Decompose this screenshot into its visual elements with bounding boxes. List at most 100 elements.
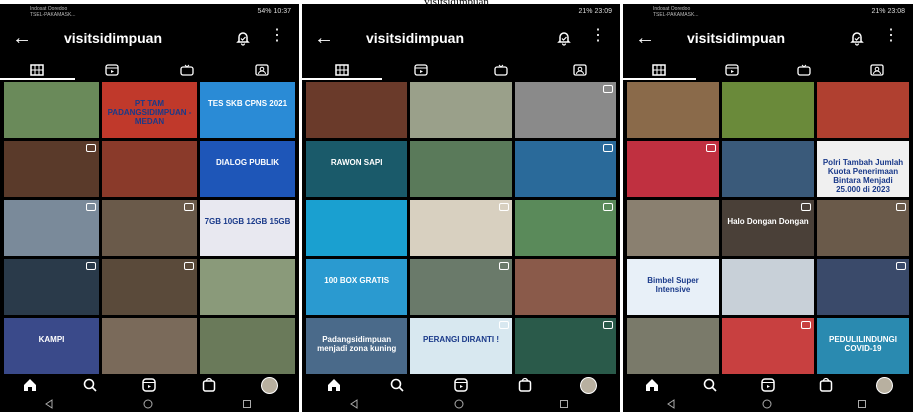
tab-igtv[interactable]: [461, 60, 541, 80]
nav-home[interactable]: [0, 376, 60, 394]
post-thumbnail[interactable]: DIALOG PUBLIK: [200, 141, 295, 197]
tab-grid[interactable]: [0, 60, 75, 80]
post-thumbnail[interactable]: [306, 82, 408, 138]
post-thumbnail[interactable]: [102, 200, 197, 256]
tab-reels[interactable]: [696, 60, 769, 80]
post-thumbnail[interactable]: [102, 318, 197, 374]
post-thumbnail[interactable]: [200, 318, 295, 374]
back-arrow-icon[interactable]: ←: [635, 26, 655, 50]
post-thumbnail[interactable]: [514, 200, 616, 256]
post-thumbnail[interactable]: [514, 259, 616, 315]
circle-home-icon: [454, 399, 464, 409]
post-thumbnail[interactable]: [306, 200, 408, 256]
system-home-button[interactable]: [407, 398, 512, 410]
post-thumbnail[interactable]: [4, 82, 99, 138]
more-options-icon[interactable]: ⋮: [883, 26, 899, 46]
system-back-button[interactable]: [623, 398, 719, 410]
post-thumbnail[interactable]: Bimbel Super Intensive: [627, 259, 719, 315]
nav-profile[interactable]: [239, 376, 299, 394]
post-thumbnail[interactable]: [627, 200, 719, 256]
post-thumbnail[interactable]: [722, 141, 814, 197]
post-thumbnail[interactable]: PT TAM PADANGSIDIMPUAN - MEDAN: [102, 82, 197, 138]
system-back-button[interactable]: [0, 398, 99, 410]
reels-icon: [454, 378, 468, 392]
nav-shop[interactable]: [493, 376, 557, 394]
nav-search[interactable]: [681, 376, 739, 394]
post-thumbnail[interactable]: [627, 141, 719, 197]
post-thumbnail[interactable]: [410, 200, 512, 256]
notification-bell-icon[interactable]: [849, 30, 865, 46]
post-thumbnail[interactable]: PEDULILINDUNGI COVID-19: [817, 318, 909, 374]
post-thumbnail[interactable]: [817, 82, 909, 138]
reel-badge-icon: [498, 321, 509, 329]
system-home-button[interactable]: [99, 398, 198, 410]
post-thumbnail[interactable]: RAWON SAPI: [306, 141, 408, 197]
post-thumbnail[interactable]: [817, 200, 909, 256]
post-thumbnail[interactable]: [410, 141, 512, 197]
nav-home[interactable]: [302, 376, 366, 394]
tab-grid[interactable]: [302, 60, 382, 80]
nav-shop[interactable]: [179, 376, 239, 394]
post-thumbnail[interactable]: PERANGI DIRANTI !: [410, 318, 512, 374]
nav-reels[interactable]: [120, 376, 180, 394]
nav-profile[interactable]: [556, 376, 620, 394]
system-recents-button[interactable]: [512, 398, 617, 410]
post-thumbnail[interactable]: [627, 82, 719, 138]
tab-tagged[interactable]: [841, 60, 913, 80]
post-thumbnail[interactable]: TES SKB CPNS 2021: [200, 82, 295, 138]
post-thumbnail[interactable]: [410, 259, 512, 315]
system-home-button[interactable]: [719, 398, 815, 410]
post-thumbnail[interactable]: [102, 141, 197, 197]
post-thumbnail[interactable]: [4, 259, 99, 315]
system-back-button[interactable]: [302, 398, 407, 410]
post-thumbnail[interactable]: [722, 82, 814, 138]
tab-tagged[interactable]: [224, 60, 299, 80]
post-thumbnail[interactable]: [200, 259, 295, 315]
post-thumbnail[interactable]: [817, 259, 909, 315]
more-options-icon[interactable]: ⋮: [590, 26, 606, 46]
tab-tagged[interactable]: [541, 60, 621, 80]
system-recents-button[interactable]: [814, 398, 910, 410]
system-recents-button[interactable]: [197, 398, 296, 410]
nav-home[interactable]: [623, 376, 681, 394]
post-thumbnail[interactable]: Padangsidimpuan menjadi zona kuning: [306, 318, 408, 374]
post-thumbnail[interactable]: [627, 318, 719, 374]
post-thumbnail[interactable]: 100 BOX GRATIS: [306, 259, 408, 315]
carrier-text: Indosat Ooredoo TSEL-PAKAMASK...: [653, 6, 698, 18]
post-thumbnail[interactable]: Polri Tambah Jumlah Kuota Penerimaan Bin…: [817, 141, 909, 197]
reels-icon: [105, 64, 119, 76]
tab-reels[interactable]: [382, 60, 462, 80]
back-arrow-icon[interactable]: ←: [314, 26, 334, 50]
post-thumbnail[interactable]: [102, 259, 197, 315]
more-options-icon[interactable]: ⋮: [269, 26, 285, 46]
tab-igtv[interactable]: [768, 60, 841, 80]
profile-username: visitsidimpuan: [366, 30, 465, 46]
battery-time: 21% 23:08: [871, 8, 905, 15]
nav-profile[interactable]: [855, 376, 913, 394]
nav-reels[interactable]: [739, 376, 797, 394]
notification-bell-icon[interactable]: [556, 30, 572, 46]
post-thumbnail[interactable]: [722, 259, 814, 315]
nav-reels[interactable]: [429, 376, 493, 394]
notification-bell-icon[interactable]: [235, 30, 251, 46]
shop-bag-icon: [203, 377, 216, 392]
tab-igtv[interactable]: [150, 60, 225, 80]
post-thumbnail[interactable]: [4, 141, 99, 197]
nav-shop[interactable]: [797, 376, 855, 394]
nav-search[interactable]: [60, 376, 120, 394]
post-thumbnail[interactable]: [410, 82, 512, 138]
post-thumbnail[interactable]: Halo Dongan Dongan: [722, 200, 814, 256]
post-thumbnail[interactable]: [722, 318, 814, 374]
post-thumbnail[interactable]: [514, 318, 616, 374]
system-nav-bar: [0, 396, 299, 412]
post-thumbnail[interactable]: [514, 82, 616, 138]
post-thumbnail[interactable]: 7GB 10GB 12GB 15GB: [200, 200, 295, 256]
post-thumbnail[interactable]: KAMPI: [4, 318, 99, 374]
tab-reels[interactable]: [75, 60, 150, 80]
post-thumbnail[interactable]: [4, 200, 99, 256]
back-arrow-icon[interactable]: ←: [12, 26, 32, 50]
post-thumbnail[interactable]: [514, 141, 616, 197]
square-recents-icon: [560, 400, 569, 408]
nav-search[interactable]: [366, 376, 430, 394]
tab-grid[interactable]: [623, 60, 696, 80]
